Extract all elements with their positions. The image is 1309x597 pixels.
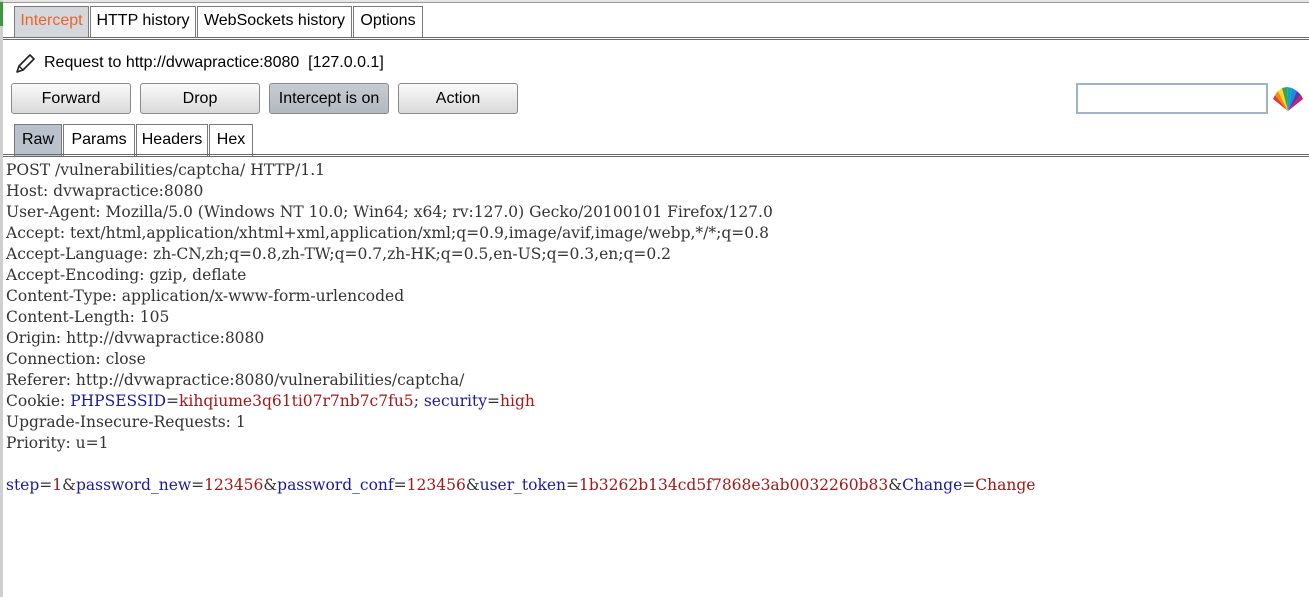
param-equals: = xyxy=(566,476,580,494)
proxy-tab-bar: Intercept HTTP history WebSockets histor… xyxy=(3,0,1309,40)
header-line: Connection: close xyxy=(6,350,146,368)
param-value: 123456 xyxy=(204,476,264,494)
cookie-prefix: Cookie: xyxy=(6,392,71,410)
drop-button[interactable]: Drop xyxy=(140,83,260,114)
param-value: 123456 xyxy=(406,476,466,494)
cookie-equals: = xyxy=(487,392,500,410)
header-line: Upgrade-Insecure-Requests: 1 xyxy=(6,413,246,431)
request-line: POST /vulnerabilities/captcha/ HTTP/1.1 xyxy=(6,161,325,179)
view-tab-headers[interactable]: Headers xyxy=(136,124,208,156)
param-name: user_token xyxy=(479,476,567,494)
param-name: password_conf xyxy=(277,476,394,494)
param-value: 1b3262b134cd5f7868e3ab0032260b83 xyxy=(579,476,889,494)
request-target-label: Request to http://dvwapractice:8080 [127… xyxy=(44,54,384,71)
header-line: User-Agent: Mozilla/5.0 (Windows NT 10.0… xyxy=(6,203,773,221)
burp-logo-icon xyxy=(1273,87,1303,111)
tab-bar-top-border xyxy=(3,0,1309,3)
cookie-name: security xyxy=(423,392,487,410)
request-body-line: step=1&password_new=123456&password_conf… xyxy=(6,475,1035,496)
cookie-value: kihqiume3q61ti07r7nb7c7fu5 xyxy=(179,392,414,410)
param-separator: & xyxy=(263,476,278,494)
view-tab-hex[interactable]: Hex xyxy=(209,124,253,156)
pencil-icon xyxy=(16,54,35,73)
header-line: Origin: http://dvwapractice:8080 xyxy=(6,329,265,347)
param-value: 1 xyxy=(52,476,63,494)
header-line: Priority: u=1 xyxy=(6,434,109,452)
view-tab-params[interactable]: Params xyxy=(63,124,135,156)
param-equals: = xyxy=(191,476,205,494)
tab-intercept[interactable]: Intercept xyxy=(14,6,89,38)
cookie-separator: ; xyxy=(413,392,424,410)
cookie-value: high xyxy=(500,392,535,410)
intercept-panel: Request to http://dvwapractice:8080 [127… xyxy=(3,40,1309,157)
tab-websockets-history[interactable]: WebSockets history xyxy=(197,6,352,38)
cookie-equals: = xyxy=(166,392,180,410)
intercept-toggle-button[interactable]: Intercept is on xyxy=(269,83,389,114)
header-line: Accept: text/html,application/xhtml+xml,… xyxy=(6,224,769,242)
param-name: Change xyxy=(902,476,963,494)
forward-button[interactable]: Forward xyxy=(11,83,131,114)
header-line: Accept-Encoding: gzip, deflate xyxy=(6,266,247,284)
tab-options[interactable]: Options xyxy=(353,6,423,38)
cookie-name: PHPSESSID xyxy=(70,392,167,410)
param-equals: = xyxy=(393,476,407,494)
param-separator: & xyxy=(62,476,76,494)
header-line: Referer: http://dvwapractice:8080/vulner… xyxy=(6,371,465,389)
param-name: step xyxy=(6,476,40,494)
param-value: Change xyxy=(975,476,1036,494)
param-name: password_new xyxy=(75,476,192,494)
param-equals: = xyxy=(39,476,53,494)
header-line: Content-Type: application/x-www-form-url… xyxy=(6,287,405,305)
param-separator: & xyxy=(888,476,903,494)
action-button[interactable]: Action xyxy=(398,83,518,114)
cookie-header-line: Cookie: PHPSESSID=kihqiume3q61ti07r7nb7c… xyxy=(6,391,535,412)
view-tab-raw[interactable]: Raw xyxy=(14,124,62,156)
tab-http-history[interactable]: HTTP history xyxy=(90,6,196,38)
raw-request-editor[interactable]: POST /vulnerabilities/captcha/ HTTP/1.1 … xyxy=(3,158,1309,597)
param-separator: & xyxy=(465,476,480,494)
header-line: Host: dvwapractice:8080 xyxy=(6,182,204,200)
search-input[interactable] xyxy=(1076,83,1268,114)
param-equals: = xyxy=(962,476,976,494)
editor-top-divider xyxy=(3,154,1309,157)
header-line: Content-Length: 105 xyxy=(6,308,170,326)
header-line: Accept-Language: zh-CN,zh;q=0.8,zh-TW;q=… xyxy=(6,245,672,263)
